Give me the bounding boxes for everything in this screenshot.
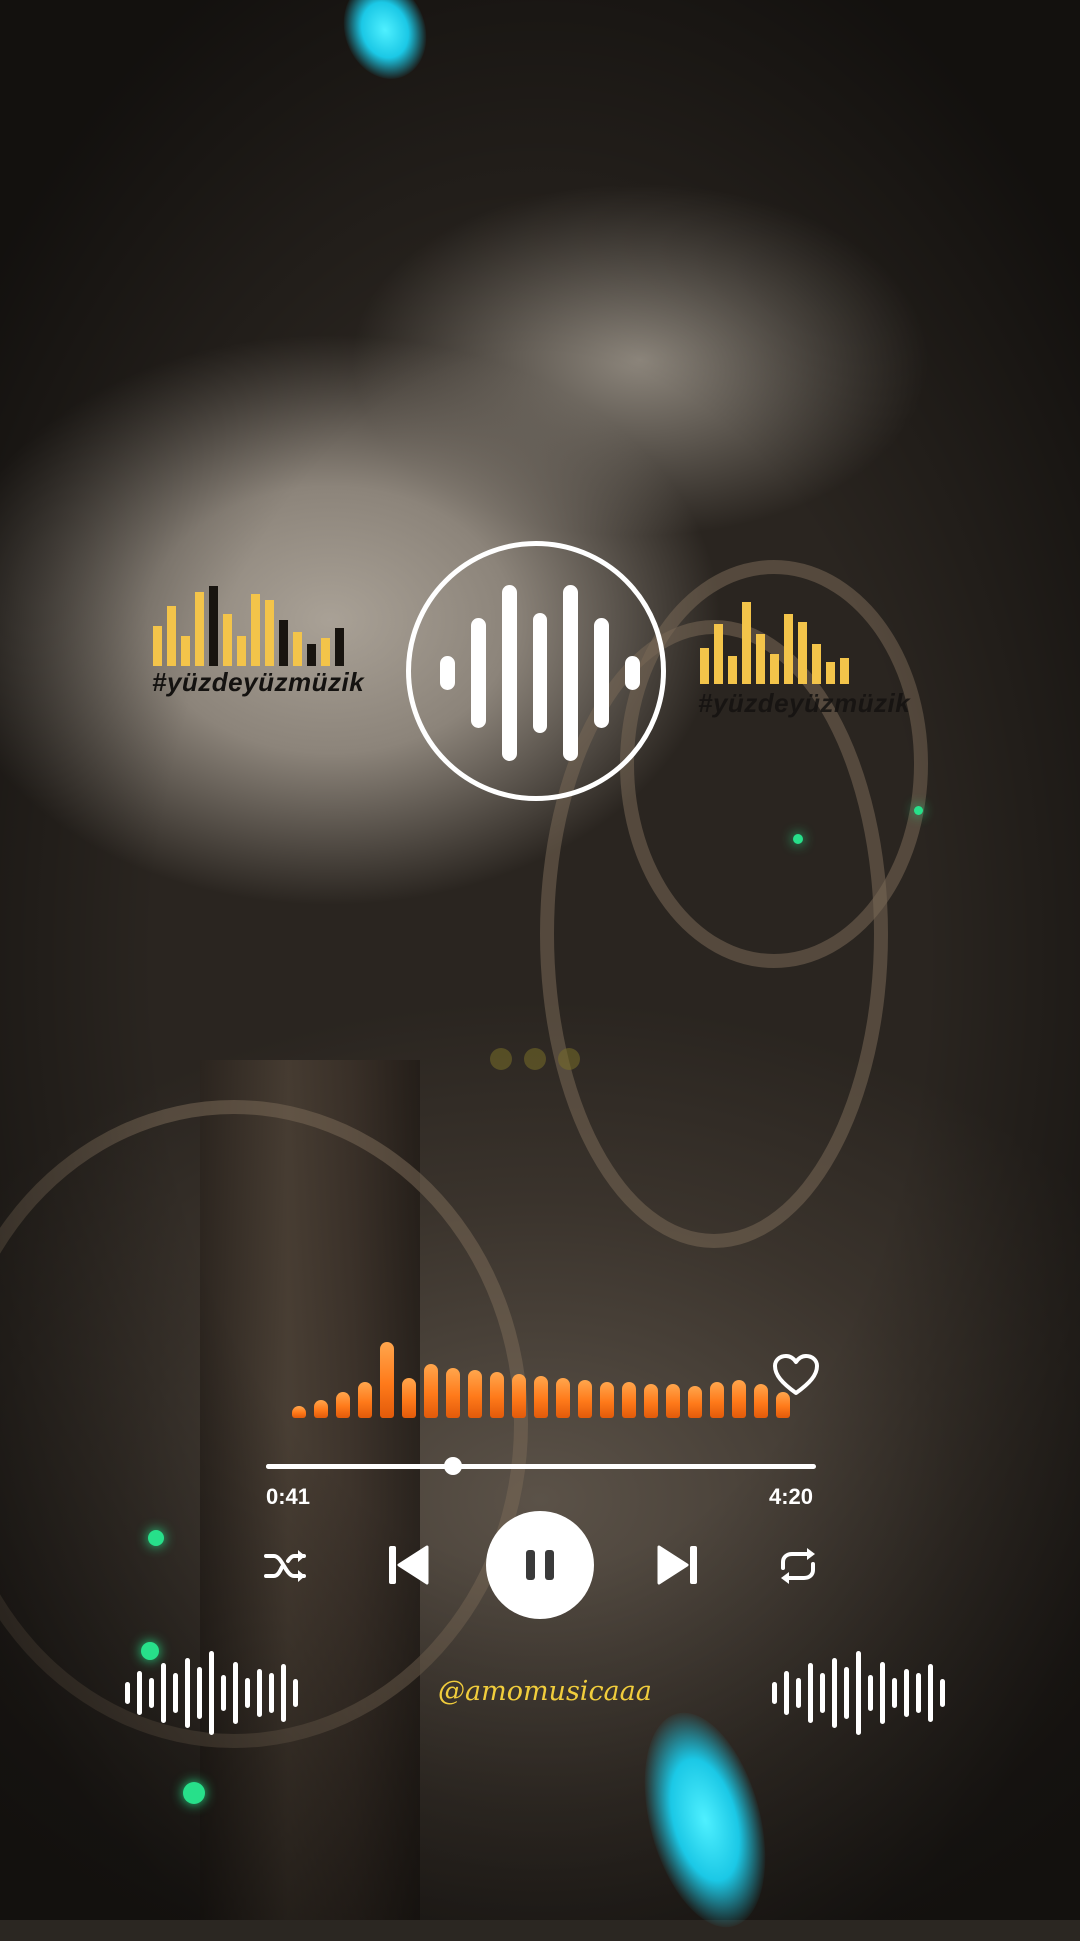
sound-wave-icon — [440, 583, 641, 763]
vignette — [0, 0, 1080, 1920]
loading-dots — [490, 1048, 580, 1070]
total-duration: 4:20 — [769, 1484, 814, 1509]
shuffle-icon — [264, 1550, 306, 1582]
repeat-button[interactable] — [776, 1544, 820, 1588]
green-dot — [914, 806, 923, 815]
shuffle-button[interactable] — [262, 1544, 310, 1588]
right-equalizer — [700, 598, 849, 684]
progress-knob[interactable] — [444, 1457, 462, 1475]
right-waveform — [772, 1648, 945, 1738]
hashtag-right: #yüzdeyüzmüzik — [698, 688, 911, 718]
progress-bar[interactable] — [266, 1457, 816, 1475]
next-button[interactable] — [656, 1542, 700, 1588]
green-dot — [183, 1782, 205, 1804]
audio-spectrum — [292, 1340, 790, 1418]
left-equalizer — [153, 580, 344, 666]
previous-button[interactable] — [386, 1542, 430, 1588]
creator-handle: @amomusicaaa — [438, 1676, 652, 1707]
heart-icon[interactable] — [772, 1353, 820, 1397]
background-scene — [0, 0, 1080, 1920]
repeat-icon — [781, 1548, 815, 1584]
skip-next-icon — [657, 1545, 697, 1585]
pause-button[interactable] — [486, 1511, 594, 1619]
green-dot — [148, 1530, 164, 1546]
left-waveform — [125, 1648, 298, 1738]
green-dot — [793, 834, 803, 844]
hashtag-left: #yüzdeyüzmüzik — [152, 667, 365, 697]
progress-fill — [266, 1464, 453, 1469]
pause-icon — [526, 1550, 554, 1580]
elapsed-time: 0:41 — [266, 1484, 311, 1509]
skip-previous-icon — [389, 1545, 429, 1585]
